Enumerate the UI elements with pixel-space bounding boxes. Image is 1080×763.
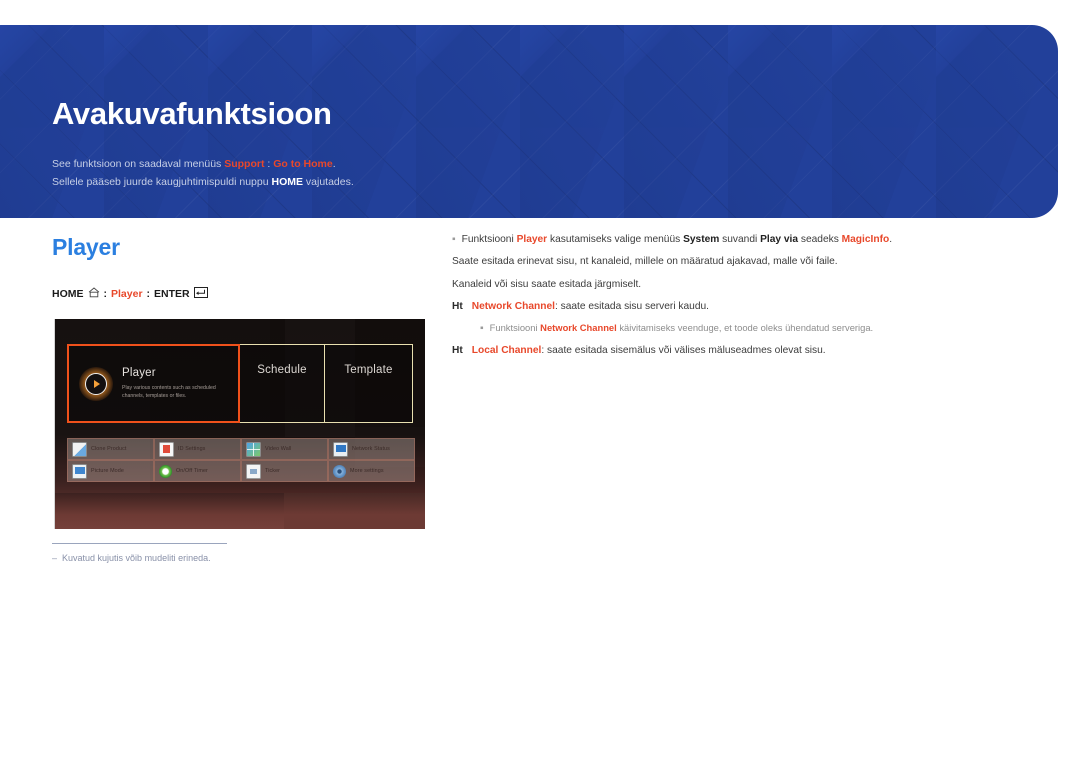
breadcrumb-player-label: Player — [111, 288, 143, 300]
line1-text-b: kasutamiseks valige menüüs — [547, 234, 684, 245]
mockup-settings-grid: Clone Product ID Settings Video Wall Net… — [67, 438, 415, 482]
content-line-local-channel: Ht Local Channel: saate esitada sisemälu… — [452, 343, 972, 358]
ht-bullet-icon: Ht — [452, 300, 463, 312]
mockup-grid-video-wall[interactable]: Video Wall — [241, 438, 328, 460]
mockup-tile-template-title: Template — [344, 363, 393, 376]
caption-text: Kuvatud kujutis võib mudeliti erineda. — [62, 553, 211, 563]
mockup-caption: ‒ Kuvatud kujutis võib mudeliti erineda. — [52, 553, 211, 563]
subtitle-text-c: vajutades. — [303, 176, 354, 189]
content-line-network-channel-note: ▪ Funktsiooni Network Channel käivitamis… — [480, 321, 972, 336]
breadcrumb-home-label: HOME — [52, 288, 84, 300]
mockup-grid-label: On/Off Timer — [176, 468, 208, 474]
line1-text-d: seadeks — [798, 234, 842, 245]
banner-subtitle-line-2: Sellele pääseb juurde kaugjuhtimispuldi … — [52, 173, 354, 191]
line1-text-e: . — [889, 234, 893, 245]
mockup-tile-player-desc: Play various contents such as scheduled … — [122, 384, 216, 399]
content-line-3: Kanaleid või sisu saate esitada järgmise… — [452, 278, 642, 290]
line1-text-c: suvandi — [719, 234, 761, 245]
section-title: Player — [52, 234, 120, 260]
mockup-grid-label: ID Settings — [178, 446, 206, 452]
content-line-2: Saate esitada erinevat sisu, nt kanaleid… — [452, 256, 838, 268]
subtitle-text-end: . — [332, 158, 336, 170]
note-text-b: käivitamiseks veenduge, et toode oleks ü… — [616, 322, 874, 334]
bullet-icon: ▪ — [452, 234, 456, 245]
content-column: ▪ Funktsiooni Player kasutamiseks valige… — [452, 232, 972, 366]
mockup-tile-template[interactable]: Template — [325, 344, 413, 423]
home-screen-mockup: Player Play various contents such as sch… — [54, 319, 425, 529]
subtitle-text-b: Sellele pääseb juurde kaugjuhtimispuldi … — [52, 176, 272, 189]
go-to-home-label: Go to Home — [273, 158, 333, 170]
mockup-grid-network-status[interactable]: Network Status — [328, 438, 415, 460]
breadcrumb: HOME : Player : ENTER — [52, 287, 208, 301]
bullet-icon: ▪ — [480, 323, 484, 335]
line1-magicinfo-term: MagicInfo — [841, 234, 890, 245]
caption-dash: ‒ — [52, 553, 58, 563]
mockup-grid-label: Picture Mode — [91, 468, 124, 474]
note-text-a: Funktsiooni — [489, 322, 541, 334]
home-icon — [88, 287, 100, 301]
content-line-1: ▪ Funktsiooni Player kasutamiseks valige… — [452, 232, 972, 247]
id-settings-icon — [159, 441, 174, 457]
home-button-label: HOME — [271, 176, 304, 189]
banner-subtitle-line-1: See funktsioon on saadaval menüüs Suppor… — [52, 155, 354, 173]
support-menu-label: Support — [224, 158, 265, 170]
page-title: Avakuvafunktsioon — [52, 96, 332, 131]
mockup-tile-schedule-title: Schedule — [257, 363, 307, 376]
mockup-grid-label: More settings — [350, 468, 384, 474]
breadcrumb-separator-2: : — [146, 288, 151, 300]
local-channel-term: Local Channel — [471, 345, 542, 357]
content-line-network-channel: Ht Network Channel: saate esitada sisu s… — [452, 299, 972, 314]
line1-system-term: System — [683, 234, 720, 245]
ticker-icon — [246, 463, 261, 479]
clone-product-icon — [72, 441, 87, 457]
mockup-grid-on-off-timer[interactable]: On/Off Timer — [154, 460, 241, 482]
mockup-warm-band-right — [284, 493, 425, 529]
picture-mode-icon — [72, 463, 87, 479]
mockup-grid-clone-product[interactable]: Clone Product — [67, 438, 154, 460]
enter-key-icon — [193, 287, 208, 301]
mockup-grid-label: Video Wall — [265, 446, 292, 452]
breadcrumb-separator-1: : — [103, 288, 108, 300]
mockup-tile-schedule[interactable]: Schedule — [240, 344, 325, 423]
page-header-banner: Avakuvafunktsioon See funktsioon on saad… — [0, 25, 1058, 218]
breadcrumb-enter-label: ENTER — [154, 288, 190, 300]
mockup-tile-player[interactable]: Player Play various contents such as sch… — [67, 344, 240, 423]
line1-playvia-term: Play via — [760, 234, 799, 245]
network-channel-desc: : saate esitada sisu serveri kaudu. — [554, 300, 709, 312]
network-status-icon — [333, 441, 348, 457]
local-channel-desc: : saate esitada sisemälus või välises mä… — [541, 345, 826, 357]
mockup-grid-id-settings[interactable]: ID Settings — [154, 438, 241, 460]
mockup-grid-label: Ticker — [265, 468, 281, 474]
mockup-main-tiles: Player Play various contents such as sch… — [67, 344, 415, 423]
subtitle-separator: : — [264, 158, 274, 170]
subtitle-text-a: See funktsioon on saadaval menüüs — [52, 158, 225, 170]
mockup-grid-ticker[interactable]: Ticker — [241, 460, 328, 482]
line1-text-a: Funktsiooni — [461, 234, 517, 245]
caption-divider — [52, 543, 227, 544]
on-off-timer-icon — [159, 464, 172, 478]
mockup-grid-more-settings[interactable]: More settings — [328, 460, 415, 482]
mockup-grid-label: Network Status — [352, 446, 390, 452]
note-network-channel-term: Network Channel — [540, 322, 617, 334]
ht-bullet-icon: Ht — [452, 345, 463, 357]
more-settings-icon — [333, 464, 346, 478]
mockup-grid-label: Clone Product — [91, 446, 127, 452]
mockup-tile-player-title: Player — [122, 367, 156, 380]
banner-subtitle: See funktsioon on saadaval menüüs Suppor… — [52, 155, 354, 191]
play-circle-icon — [79, 366, 113, 401]
network-channel-term: Network Channel — [471, 300, 555, 312]
video-wall-icon — [246, 441, 261, 457]
line1-player-term: Player — [516, 234, 548, 245]
mockup-grid-picture-mode[interactable]: Picture Mode — [67, 460, 154, 482]
